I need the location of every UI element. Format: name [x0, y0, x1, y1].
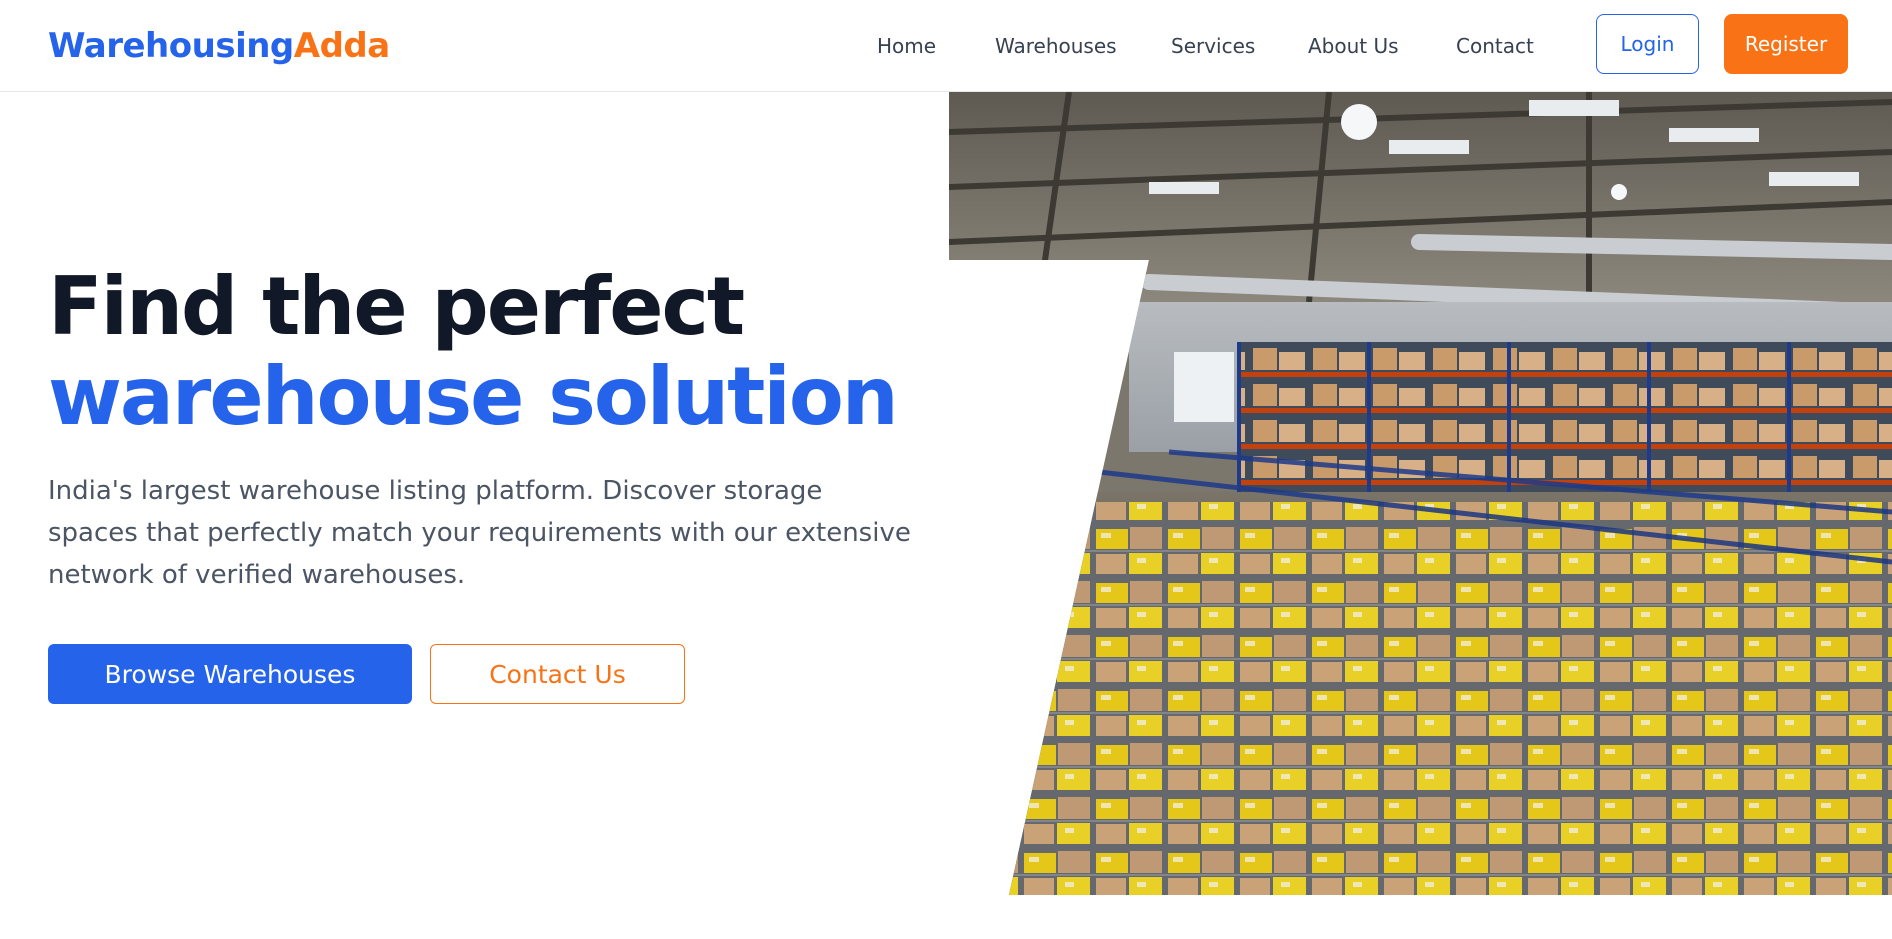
nav-link-home[interactable]: Home: [877, 30, 936, 62]
hero-title-line1: Find the perfect: [48, 260, 745, 353]
brand-name-part2: Adda: [293, 26, 390, 66]
login-button[interactable]: Login: [1596, 14, 1699, 74]
brand-logo[interactable]: WarehousingAdda: [48, 22, 390, 70]
contact-us-button[interactable]: Contact Us: [430, 644, 685, 704]
hero-title-line2: warehouse solution: [48, 350, 899, 443]
hero-title: Find the perfect warehouse solution: [48, 260, 899, 443]
nav-link-about-us[interactable]: About Us: [1308, 30, 1399, 62]
top-navbar: WarehousingAdda Home Warehouses Services…: [0, 0, 1892, 92]
warehouse-hero-image: [949, 92, 1892, 895]
browse-warehouses-button[interactable]: Browse Warehouses: [48, 644, 412, 704]
nav-link-services[interactable]: Services: [1171, 30, 1255, 62]
hero-description: India's largest warehouse listing platfo…: [48, 476, 911, 590]
brand-name-part1: Warehousing: [48, 26, 294, 66]
nav-link-warehouses[interactable]: Warehouses: [995, 30, 1117, 62]
register-button[interactable]: Register: [1724, 14, 1848, 74]
nav-link-contact[interactable]: Contact: [1456, 30, 1534, 62]
